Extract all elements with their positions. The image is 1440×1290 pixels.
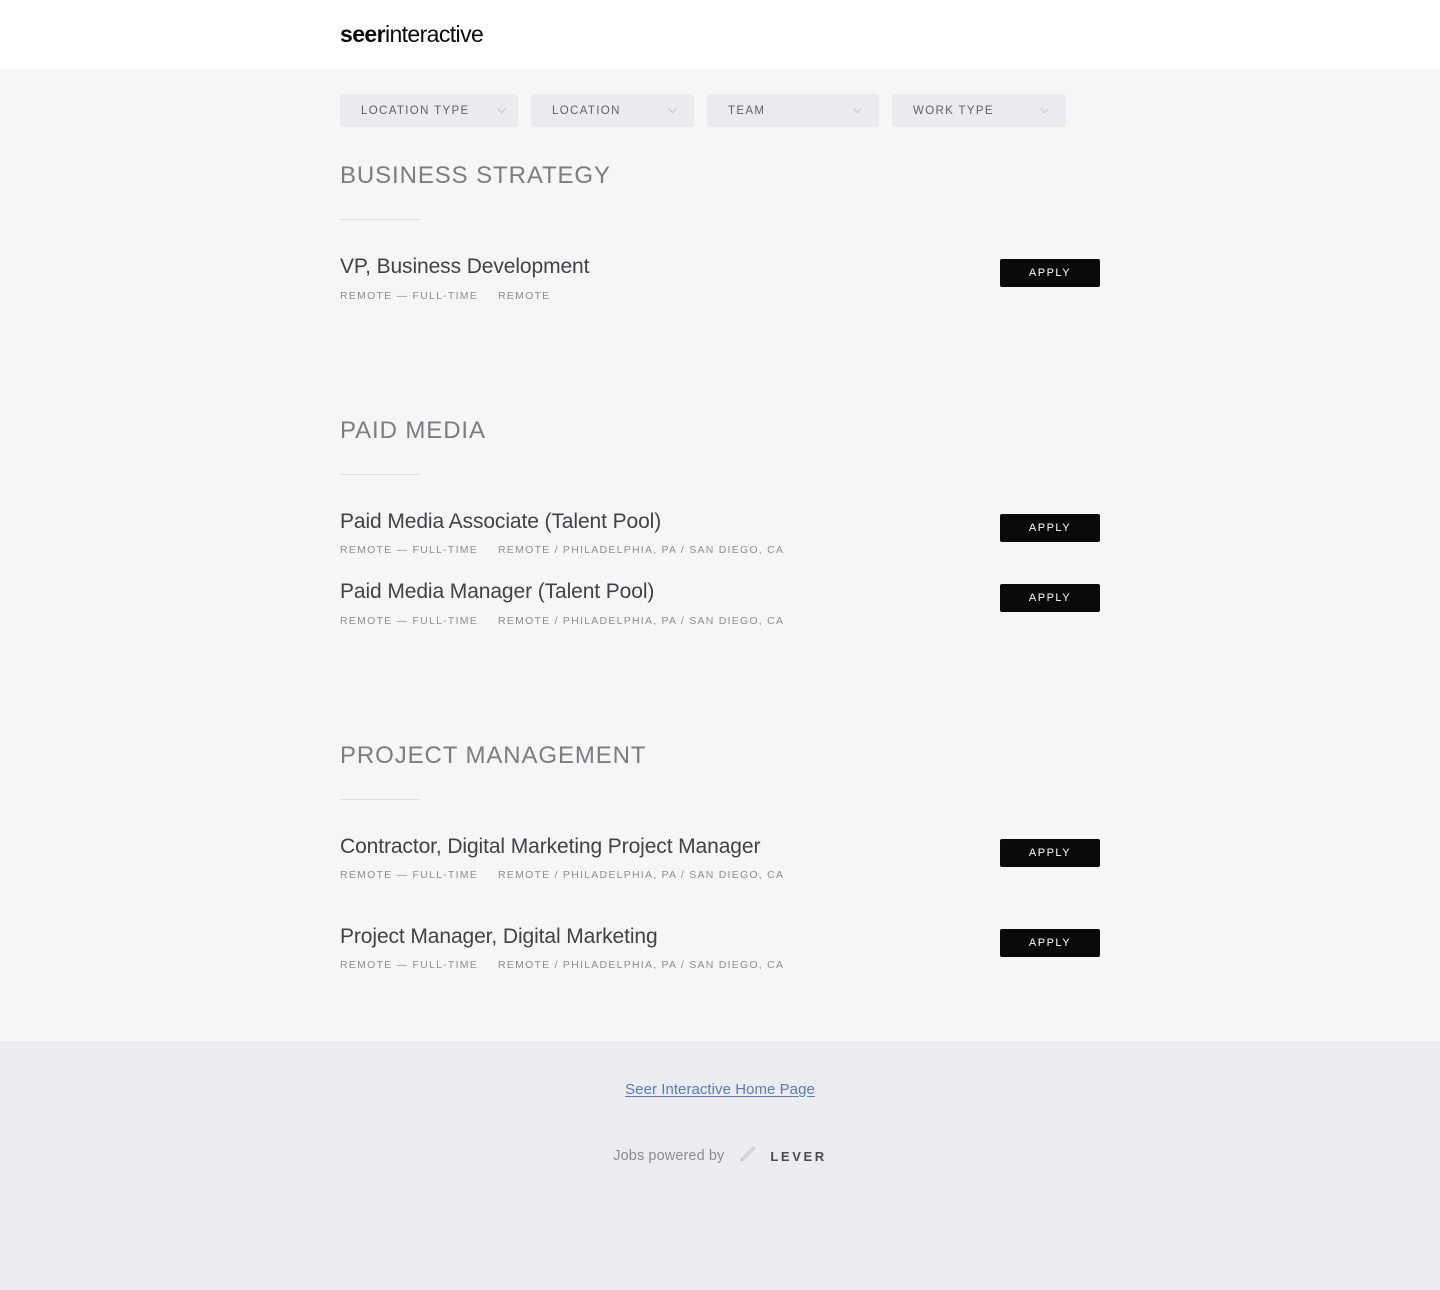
posting-title[interactable]: VP, Business Development — [340, 254, 589, 280]
posting-commitment: Remote — Full-time — [340, 289, 479, 302]
main-content: Location Type Location — [0, 69, 1440, 986]
job-posting-row[interactable]: Contractor, Digital Marketing Project Ma… — [340, 825, 1100, 895]
logo-light-text: interactive — [384, 21, 484, 47]
powered-by-lever: Jobs powered by LEVER — [0, 1143, 1440, 1169]
filter-team-label: Team — [728, 104, 766, 117]
posting-meta: Remote — Full-time Remote / Philadelphia… — [340, 544, 784, 556]
posting-details: VP, Business Development Remote — Full-t… — [340, 253, 589, 301]
job-posting-row[interactable]: Project Manager, Digital Marketing Remot… — [340, 915, 1100, 985]
job-posting-row[interactable]: Paid Media Manager (Talent Pool) Remote … — [340, 570, 1100, 640]
chevron-down-icon — [496, 105, 507, 116]
filter-location-label: Location — [552, 104, 621, 117]
logo-bold-text: seer — [340, 21, 386, 47]
home-page-link[interactable]: Seer Interactive Home Page — [625, 1081, 815, 1098]
posting-commitment: Remote — Full-time — [340, 614, 479, 627]
section-business-strategy: Business Strategy VP, Business Developme… — [340, 162, 1100, 316]
posting-meta: Remote — Full-time Remote — [340, 290, 589, 302]
section-title: Paid Media — [340, 416, 486, 444]
posting-details: Contractor, Digital Marketing Project Ma… — [340, 833, 784, 881]
filter-location-type-label: Location Type — [361, 104, 470, 117]
filter-team[interactable]: Team — [707, 94, 879, 127]
section-divider — [340, 219, 420, 221]
posting-title[interactable]: Paid Media Manager (Talent Pool) — [340, 579, 784, 605]
posting-details: Paid Media Associate (Talent Pool) Remot… — [340, 508, 784, 556]
seer-interactive-logo[interactable]: seerinteractive — [340, 21, 484, 47]
posting-commitment: Remote — Full-time — [340, 959, 479, 972]
posting-location: Remote / Philadelphia, PA / San Diego, C… — [498, 614, 785, 627]
filter-bar: Location Type Location — [340, 94, 1100, 127]
posting-commitment: Remote — Full-time — [340, 869, 479, 882]
apply-button[interactable]: Apply — [1000, 838, 1100, 867]
site-header: seerinteractive — [0, 0, 1440, 69]
chevron-down-icon — [852, 105, 863, 116]
posting-location: Remote / Philadelphia, PA / San Diego, C… — [498, 544, 785, 557]
section-divider — [340, 798, 420, 800]
apply-button[interactable]: Apply — [1000, 584, 1100, 613]
section-title: Project Management — [340, 741, 647, 769]
filter-work-type[interactable]: Work Type — [892, 94, 1066, 127]
job-posting-row[interactable]: VP, Business Development Remote — Full-t… — [340, 245, 1100, 315]
filter-work-type-label: Work Type — [913, 104, 994, 117]
chevron-down-icon — [1039, 105, 1050, 116]
posting-details: Paid Media Manager (Talent Pool) Remote … — [340, 578, 784, 626]
posting-meta: Remote — Full-time Remote / Philadelphia… — [340, 959, 784, 971]
content-inner: Location Type Location — [340, 94, 1100, 985]
apply-button[interactable]: Apply — [1000, 259, 1100, 288]
lever-wordmark: LEVER — [770, 1148, 827, 1164]
section-paid-media: Paid Media Paid Media Associate (Talent … — [340, 416, 1100, 641]
job-board-page: seerinteractive Location Type Location — [0, 0, 1440, 1290]
posting-meta: Remote — Full-time Remote / Philadelphia… — [340, 615, 784, 627]
posting-location: Remote — [498, 289, 551, 302]
apply-button[interactable]: Apply — [1000, 929, 1100, 958]
posting-title[interactable]: Paid Media Associate (Talent Pool) — [340, 509, 784, 535]
posting-gap — [340, 895, 1100, 915]
filter-location[interactable]: Location — [531, 94, 694, 127]
lever-logo-icon — [734, 1143, 760, 1169]
section-divider — [340, 474, 420, 476]
posting-details: Project Manager, Digital Marketing Remot… — [340, 923, 784, 971]
job-posting-row[interactable]: Paid Media Associate (Talent Pool) Remot… — [340, 500, 1100, 570]
posting-title[interactable]: Contractor, Digital Marketing Project Ma… — [340, 834, 784, 860]
posting-commitment: Remote — Full-time — [340, 544, 479, 557]
apply-button[interactable]: Apply — [1000, 514, 1100, 543]
powered-by-text: Jobs powered by — [613, 1148, 725, 1165]
posting-location: Remote / Philadelphia, PA / San Diego, C… — [498, 959, 785, 972]
posting-location: Remote / Philadelphia, PA / San Diego, C… — [498, 869, 785, 882]
posting-title[interactable]: Project Manager, Digital Marketing — [340, 924, 784, 950]
section-title: Business Strategy — [340, 162, 611, 189]
filter-location-type[interactable]: Location Type — [340, 94, 518, 127]
section-project-management: Project Management Contractor, Digital M… — [340, 741, 1100, 986]
site-footer: Seer Interactive Home Page Jobs powered … — [0, 1041, 1440, 1290]
chevron-down-icon — [667, 105, 678, 116]
posting-meta: Remote — Full-time Remote / Philadelphia… — [340, 869, 784, 881]
